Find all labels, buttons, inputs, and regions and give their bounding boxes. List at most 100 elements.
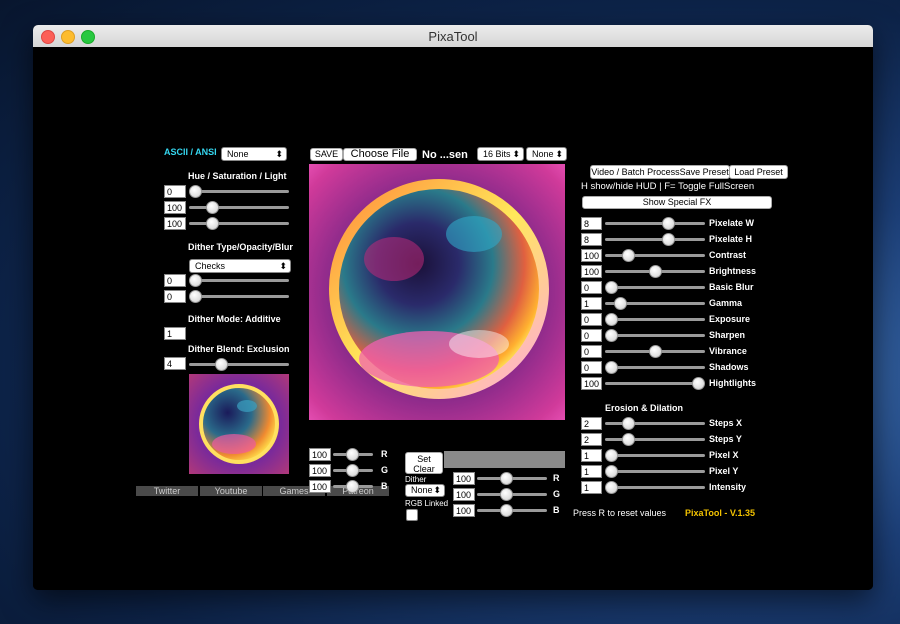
hsl-slider-1-knob[interactable] bbox=[206, 201, 220, 214]
save-button[interactable]: SAVE bbox=[310, 148, 343, 161]
shadows-field[interactable]: 0 bbox=[581, 361, 602, 374]
brightness-slider-knob[interactable] bbox=[648, 265, 662, 278]
erosion-steps-x-slider-knob[interactable] bbox=[622, 417, 636, 430]
pixelate-h-field[interactable]: 8 bbox=[581, 233, 602, 246]
erosion-pixel-x-slider-knob[interactable] bbox=[605, 449, 618, 462]
brightness-label: Brightness bbox=[709, 266, 757, 276]
dither-mode-field[interactable]: 1 bbox=[164, 327, 186, 340]
pixelate-h-slider-knob[interactable] bbox=[661, 233, 675, 246]
rgb2-knob-r[interactable] bbox=[500, 472, 513, 485]
link-twitter[interactable]: Twitter bbox=[136, 486, 198, 496]
choose-file-button[interactable]: Choose File bbox=[343, 148, 417, 161]
contrast-slider-knob[interactable] bbox=[622, 249, 636, 262]
rgb2-field-b[interactable]: 100 bbox=[453, 504, 475, 517]
dither-field-0[interactable]: 0 bbox=[164, 274, 186, 287]
dither-slider-1-track bbox=[189, 295, 289, 298]
app-content: ASCII / ANSI None Hue / Saturation / Lig… bbox=[33, 47, 873, 590]
dither-blend-slider-knob[interactable] bbox=[215, 358, 229, 371]
exposure-slider-knob[interactable] bbox=[605, 313, 618, 326]
rgb-knob-r[interactable] bbox=[346, 448, 359, 461]
hsl-slider-2-track bbox=[189, 222, 289, 225]
app-window: PixaTool ASCII / ANSI None Hue / Saturat… bbox=[33, 25, 873, 590]
erosion-pixel-x-label: Pixel X bbox=[709, 450, 739, 460]
dither-blend-field[interactable]: 4 bbox=[164, 357, 186, 370]
rgb2-knob-g[interactable] bbox=[500, 488, 513, 501]
dither-field-1[interactable]: 0 bbox=[164, 290, 186, 303]
rgb-field-g[interactable]: 100 bbox=[309, 464, 331, 477]
palette-select[interactable]: None bbox=[526, 147, 567, 161]
basic-blur-label: Basic Blur bbox=[709, 282, 754, 292]
pixelate-w-slider-knob[interactable] bbox=[661, 217, 675, 230]
basic-blur-field[interactable]: 0 bbox=[581, 281, 602, 294]
hightlights-slider-knob[interactable] bbox=[692, 377, 705, 390]
color-swatch-bar[interactable] bbox=[444, 451, 565, 468]
video-batch-button[interactable]: Video / Batch ProcessSave Preset bbox=[590, 165, 730, 179]
erosion-intensity-field[interactable]: 1 bbox=[581, 481, 602, 494]
hsl-slider-2-knob[interactable] bbox=[206, 217, 220, 230]
rgb-knob-b[interactable] bbox=[346, 480, 359, 493]
hsl-title: Hue / Saturation / Light bbox=[188, 171, 287, 181]
rgb2-label-b: B bbox=[553, 505, 560, 515]
dither-mode-title: Dither Mode: Additive bbox=[188, 314, 281, 324]
contrast-field[interactable]: 100 bbox=[581, 249, 602, 262]
version-label: PixaTool - V.1.35 bbox=[685, 508, 756, 518]
basic-blur-slider-knob[interactable] bbox=[605, 281, 618, 294]
exposure-field[interactable]: 0 bbox=[581, 313, 602, 326]
rgb-field-b[interactable]: 100 bbox=[309, 480, 331, 493]
erosion-intensity-slider-knob[interactable] bbox=[605, 481, 618, 494]
rgb2-knob-b[interactable] bbox=[500, 504, 513, 517]
hsl-slider-0-knob[interactable] bbox=[189, 185, 202, 198]
link-youtube[interactable]: Youtube bbox=[200, 486, 262, 496]
hsl-field-0[interactable]: 0 bbox=[164, 185, 186, 198]
rgb2-field-r[interactable]: 100 bbox=[453, 472, 475, 485]
title-bar: PixaTool bbox=[33, 25, 873, 48]
dither-title: Dither Type/Opacity/Blur bbox=[188, 242, 293, 252]
rgb-label-g: G bbox=[381, 465, 389, 475]
erosion-pixel-y-field[interactable]: 1 bbox=[581, 465, 602, 478]
erosion-steps-x-field[interactable]: 2 bbox=[581, 417, 602, 430]
hightlights-field[interactable]: 100 bbox=[581, 377, 602, 390]
load-preset-button[interactable]: Load Preset bbox=[729, 165, 788, 179]
rgb-linked-label: RGB Linked bbox=[405, 499, 449, 508]
hightlights-label: Hightlights bbox=[709, 378, 756, 388]
dither-slider-0-knob[interactable] bbox=[189, 274, 202, 287]
dither-slider-1-knob[interactable] bbox=[189, 290, 202, 303]
set-clear-button[interactable]: Set Clear bbox=[405, 452, 443, 474]
special-fx-button[interactable]: Show Special FX bbox=[582, 196, 772, 209]
vibrance-slider-knob[interactable] bbox=[648, 345, 662, 358]
hsl-field-1[interactable]: 100 bbox=[164, 201, 186, 214]
gamma-label: Gamma bbox=[709, 298, 743, 308]
brightness-field[interactable]: 100 bbox=[581, 265, 602, 278]
rgb2-field-g[interactable]: 100 bbox=[453, 488, 475, 501]
erosion-steps-y-field[interactable]: 2 bbox=[581, 433, 602, 446]
hsl-slider-0-track bbox=[189, 190, 289, 193]
contrast-slider-track bbox=[605, 254, 705, 257]
sharpen-label: Sharpen bbox=[709, 330, 746, 340]
erosion-steps-y-slider-knob[interactable] bbox=[622, 433, 636, 446]
pixelate-h-label: Pixelate H bbox=[709, 234, 753, 244]
erosion-pixel-y-slider-knob[interactable] bbox=[605, 465, 618, 478]
hsl-field-2[interactable]: 100 bbox=[164, 217, 186, 230]
gamma-slider-knob[interactable] bbox=[613, 297, 627, 310]
erosion-title: Erosion & Dilation bbox=[605, 403, 684, 413]
ascii-select[interactable]: None bbox=[221, 147, 287, 161]
erosion-steps-y-slider-track bbox=[605, 438, 705, 441]
dither-type-select[interactable]: Checks bbox=[189, 259, 291, 273]
gamma-field[interactable]: 1 bbox=[581, 297, 602, 310]
rgb-knob-g[interactable] bbox=[346, 464, 359, 477]
sharpen-field[interactable]: 0 bbox=[581, 329, 602, 342]
shadows-slider-knob[interactable] bbox=[605, 361, 618, 374]
sharpen-slider-knob[interactable] bbox=[605, 329, 618, 342]
erosion-intensity-label: Intensity bbox=[709, 482, 747, 492]
save-preset-label: Save Preset bbox=[679, 167, 729, 177]
erosion-pixel-x-field[interactable]: 1 bbox=[581, 449, 602, 462]
rgb-field-r[interactable]: 100 bbox=[309, 448, 331, 461]
erosion-intensity-slider-track bbox=[605, 486, 705, 489]
vibrance-field[interactable]: 0 bbox=[581, 345, 602, 358]
center-dither-select[interactable]: None bbox=[405, 484, 445, 497]
erosion-pixel-y-label: Pixel Y bbox=[709, 466, 739, 476]
pixelate-w-field[interactable]: 8 bbox=[581, 217, 602, 230]
rgb-linked-checkbox[interactable] bbox=[406, 509, 418, 521]
bits-select[interactable]: 16 Bits bbox=[477, 147, 524, 161]
file-status: No ...sen bbox=[422, 149, 468, 161]
